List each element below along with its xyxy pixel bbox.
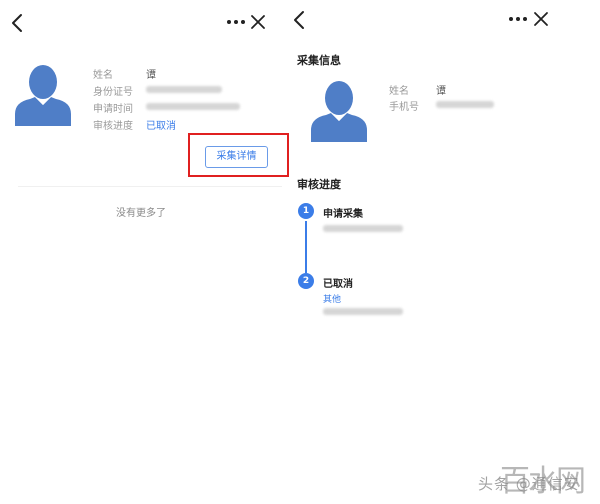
application-list-panel: 姓名 身份证号 申请时间 审核进度 谭 已取消 采集详情 没有更多了 (0, 0, 290, 504)
step-1-time-redacted (323, 225, 403, 232)
collect-detail-button[interactable]: 采集详情 (205, 146, 268, 168)
timeline-line (305, 221, 307, 273)
name-label: 姓名 (93, 70, 113, 81)
more-icon[interactable] (507, 11, 529, 27)
name-label: 姓名 (389, 86, 409, 97)
status-value: 已取消 (146, 121, 176, 132)
id-number-redacted (146, 86, 222, 93)
step-2-reason: 其他 (323, 295, 342, 305)
apply-time-redacted (146, 103, 240, 110)
more-icon[interactable] (225, 14, 247, 30)
phone-label: 手机号 (389, 102, 419, 113)
left-top-bar (0, 0, 290, 44)
divider (18, 186, 282, 187)
review-progress-title: 审核进度 (297, 178, 341, 191)
phone-redacted (436, 101, 494, 108)
id-number-label: 身份证号 (93, 87, 133, 98)
step-1-title: 申请采集 (323, 209, 363, 220)
back-arrow-icon[interactable] (8, 12, 28, 34)
avatar-icon (15, 65, 71, 126)
step-2-title: 已取消 (323, 279, 353, 290)
right-top-bar (290, 0, 600, 44)
step-2-circle: 2 (298, 273, 314, 289)
step-2-time-redacted (323, 308, 403, 315)
watermark-text: 头条 @通信安 (478, 475, 580, 493)
step-1-circle: 1 (298, 203, 314, 219)
apply-time-label: 申请时间 (93, 104, 133, 115)
collect-info-title: 采集信息 (297, 54, 341, 67)
avatar-icon (311, 81, 367, 142)
collect-detail-panel: 采集信息 姓名 手机号 谭 审核进度 1 申请采集 2 已取消 其他 (290, 0, 600, 504)
close-icon[interactable] (532, 10, 550, 28)
back-arrow-icon[interactable] (290, 9, 310, 31)
name-value: 谭 (146, 70, 156, 81)
no-more-text: 没有更多了 (116, 208, 166, 219)
review-progress-label: 审核进度 (93, 121, 133, 132)
name-value: 谭 (436, 86, 446, 97)
close-icon[interactable] (249, 13, 267, 31)
